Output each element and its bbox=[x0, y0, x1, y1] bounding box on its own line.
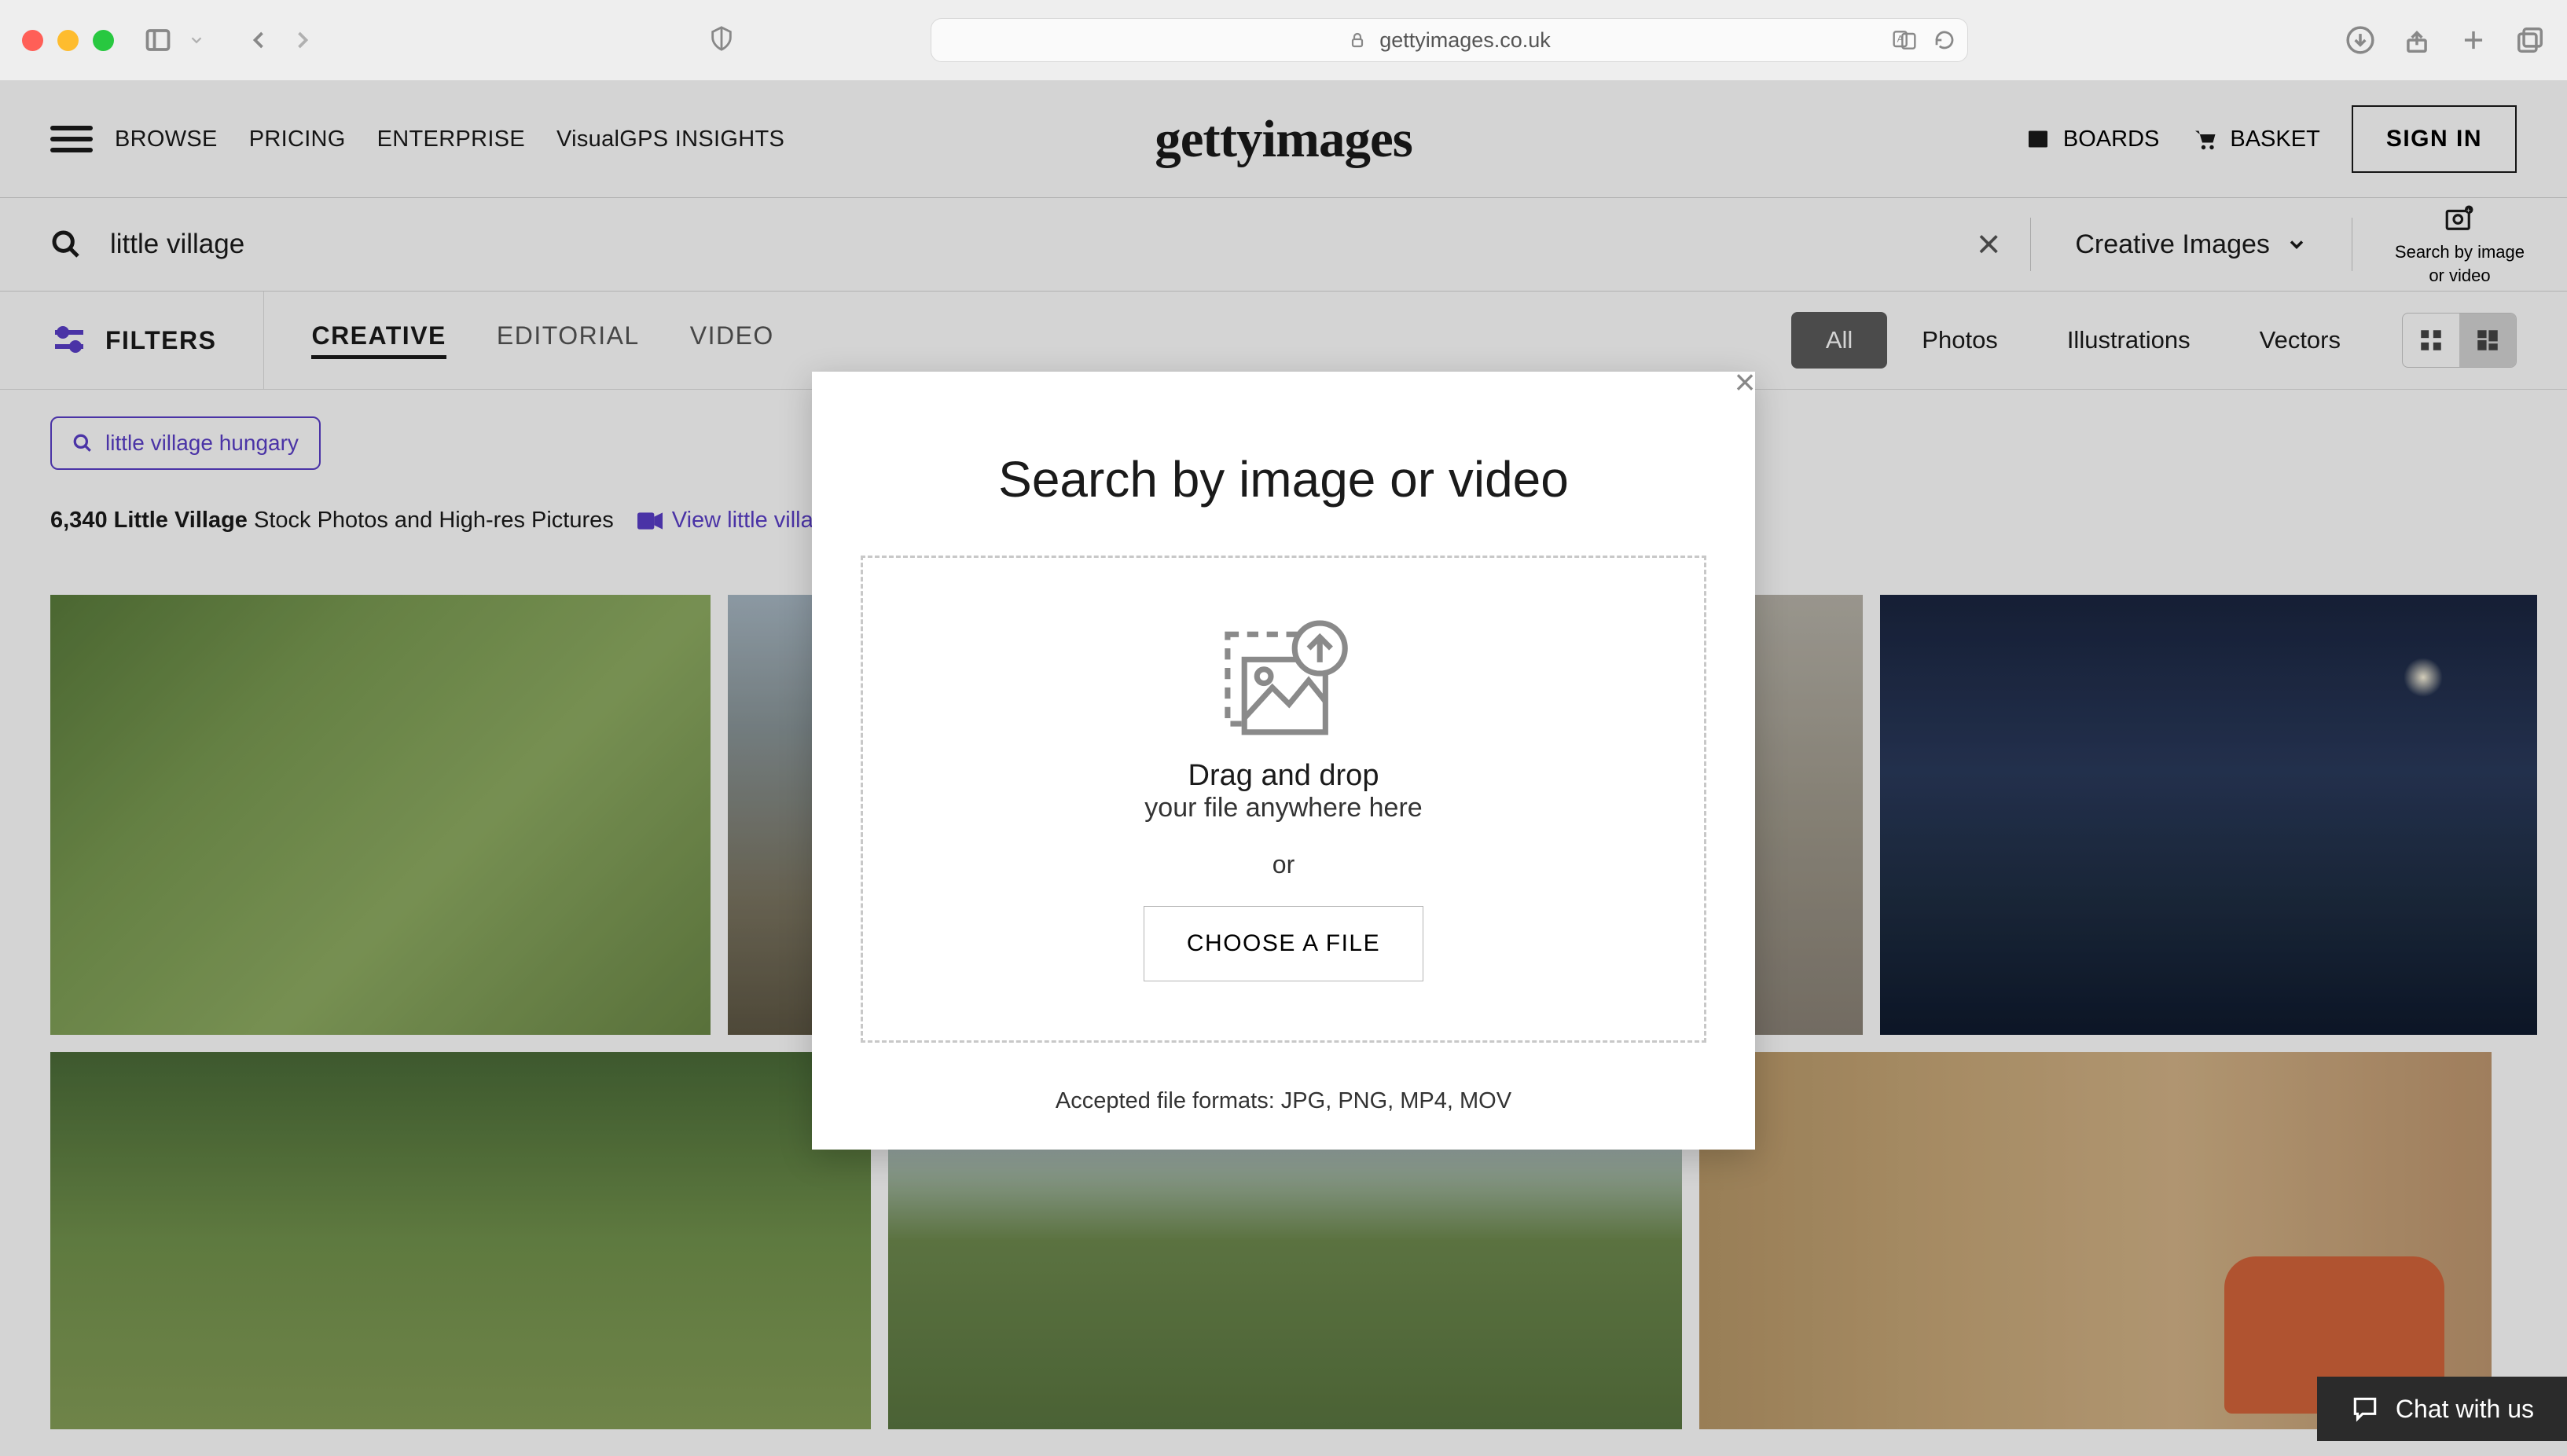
accepted-formats: Accepted file formats: JPG, PNG, MP4, MO… bbox=[812, 1088, 1755, 1114]
filters-label: FILTERS bbox=[105, 326, 216, 355]
tab-creative[interactable]: CREATIVE bbox=[311, 321, 446, 359]
maximize-window[interactable] bbox=[93, 30, 114, 51]
lock-icon bbox=[1348, 31, 1367, 50]
forward-icon bbox=[288, 26, 317, 54]
grid-view[interactable] bbox=[2403, 314, 2459, 367]
filters-button[interactable]: FILTERS bbox=[50, 321, 216, 359]
left-nav: BROWSE PRICING ENTERPRISE VisualGPS INSI… bbox=[115, 127, 784, 152]
count-rest: Stock Photos and High-res Pictures bbox=[248, 508, 614, 533]
pill-all[interactable]: All bbox=[1791, 312, 1887, 369]
creative-label: Creative Images bbox=[2075, 229, 2270, 260]
url-bar[interactable]: gettyimages.co.uk A bbox=[931, 18, 1968, 62]
masonry-view[interactable] bbox=[2459, 314, 2516, 367]
nav-enterprise[interactable]: ENTERPRISE bbox=[377, 127, 525, 152]
search-bar: × Creative Images + Search by image or v… bbox=[0, 197, 2567, 292]
svg-text:A: A bbox=[1897, 34, 1904, 45]
drag-line-2: your file anywhere here bbox=[1144, 793, 1422, 823]
modal-close[interactable]: × bbox=[1725, 362, 1765, 402]
dropzone[interactable]: Drag and drop your file anywhere here or… bbox=[861, 556, 1706, 1043]
view-toggle bbox=[2402, 313, 2517, 368]
pill-illustrations[interactable]: Illustrations bbox=[2033, 312, 2225, 369]
search-icon bbox=[72, 433, 93, 453]
traffic-lights bbox=[22, 30, 114, 51]
chat-label: Chat with us bbox=[2396, 1395, 2534, 1424]
sbi-label-1: Search by image bbox=[2395, 242, 2525, 262]
image-result[interactable] bbox=[1880, 595, 2537, 1035]
chat-widget[interactable]: Chat with us bbox=[2317, 1377, 2567, 1441]
close-window[interactable] bbox=[22, 30, 43, 51]
view-videos-link[interactable]: View little villa bbox=[637, 508, 813, 534]
browser-chrome: gettyimages.co.uk A bbox=[0, 0, 2567, 81]
results-count: 6,340 Little Village Stock Photos and Hi… bbox=[50, 508, 614, 534]
nav-pricing[interactable]: PRICING bbox=[249, 127, 346, 152]
back-icon[interactable] bbox=[244, 26, 273, 54]
separator bbox=[263, 292, 264, 390]
search-by-image-modal: × Search by image or video Drag and drop… bbox=[812, 372, 1755, 1150]
choose-file-button[interactable]: CHOOSE A FILE bbox=[1144, 906, 1423, 981]
image-result[interactable] bbox=[1699, 1052, 2492, 1429]
cart-icon bbox=[2191, 125, 2219, 153]
privacy-shield[interactable] bbox=[708, 25, 735, 56]
chevron-down-icon[interactable] bbox=[188, 26, 205, 54]
chat-icon bbox=[2350, 1394, 2380, 1424]
video-icon bbox=[637, 511, 663, 531]
filters-icon bbox=[50, 321, 88, 359]
search-by-image-button[interactable]: + Search by image or video bbox=[2352, 203, 2567, 287]
asset-type-tabs: All Photos Illustrations Vectors bbox=[1791, 312, 2375, 369]
image-result[interactable] bbox=[50, 1052, 871, 1429]
related-search-pill[interactable]: little village hungary bbox=[50, 416, 321, 470]
search-icon[interactable] bbox=[50, 229, 82, 260]
boards-icon bbox=[2024, 125, 2052, 153]
drag-line-1: Drag and drop bbox=[1144, 759, 1422, 793]
count-query: Little Village bbox=[114, 508, 248, 533]
related-label: little village hungary bbox=[105, 431, 299, 456]
clear-search[interactable]: × bbox=[1947, 221, 2030, 268]
hamburger-menu[interactable] bbox=[50, 126, 93, 152]
creative-images-dropdown[interactable]: Creative Images bbox=[2031, 229, 2352, 260]
video-link-label: View little villa bbox=[672, 508, 813, 534]
share-icon[interactable] bbox=[2402, 25, 2432, 55]
nav-boards[interactable]: BOARDS bbox=[2024, 125, 2159, 153]
signin-button[interactable]: SIGN IN bbox=[2352, 105, 2517, 173]
modal-title: Search by image or video bbox=[812, 372, 1755, 508]
content-tabs: CREATIVE EDITORIAL VIDEO bbox=[311, 321, 773, 359]
image-result[interactable] bbox=[50, 595, 711, 1035]
upload-image-icon bbox=[1213, 618, 1354, 743]
pill-vectors[interactable]: Vectors bbox=[2225, 312, 2375, 369]
svg-text:+: + bbox=[2467, 207, 2471, 215]
tab-video[interactable]: VIDEO bbox=[690, 321, 774, 359]
count-number: 6,340 bbox=[50, 508, 108, 533]
sbi-label-2: or video bbox=[2429, 266, 2490, 286]
new-tab-icon[interactable] bbox=[2459, 25, 2488, 55]
nav-browse[interactable]: BROWSE bbox=[115, 127, 218, 152]
sidebar-icon[interactable] bbox=[144, 26, 172, 54]
nav-visualgps[interactable]: VisualGPS INSIGHTS bbox=[556, 127, 784, 152]
camera-search-icon: + bbox=[2443, 203, 2476, 236]
search-input[interactable] bbox=[110, 229, 1947, 260]
dropzone-text: Drag and drop your file anywhere here bbox=[1144, 759, 1422, 823]
or-text: or bbox=[1272, 850, 1295, 879]
tab-editorial[interactable]: EDITORIAL bbox=[497, 321, 640, 359]
window-controls bbox=[144, 26, 317, 54]
topnav: BROWSE PRICING ENTERPRISE VisualGPS INSI… bbox=[0, 81, 2567, 197]
translate-icon[interactable]: A bbox=[1887, 28, 1922, 53]
right-nav: BOARDS BASKET SIGN IN bbox=[2024, 105, 2517, 173]
nav-boards-label: BOARDS bbox=[2063, 127, 2159, 152]
download-icon[interactable] bbox=[2345, 25, 2375, 55]
brand-logo[interactable]: gettyimages bbox=[1155, 109, 1412, 170]
masonry-icon bbox=[2474, 327, 2501, 354]
minimize-window[interactable] bbox=[57, 30, 79, 51]
grid-icon bbox=[2418, 327, 2444, 354]
reload-icon[interactable] bbox=[1933, 28, 1956, 52]
nav-basket[interactable]: BASKET bbox=[2191, 125, 2319, 153]
pill-photos[interactable]: Photos bbox=[1887, 312, 2033, 369]
chevron-down-icon bbox=[2286, 233, 2308, 255]
url-text: gettyimages.co.uk bbox=[1379, 28, 1551, 53]
nav-basket-label: BASKET bbox=[2230, 127, 2319, 152]
tabs-icon[interactable] bbox=[2515, 25, 2545, 55]
